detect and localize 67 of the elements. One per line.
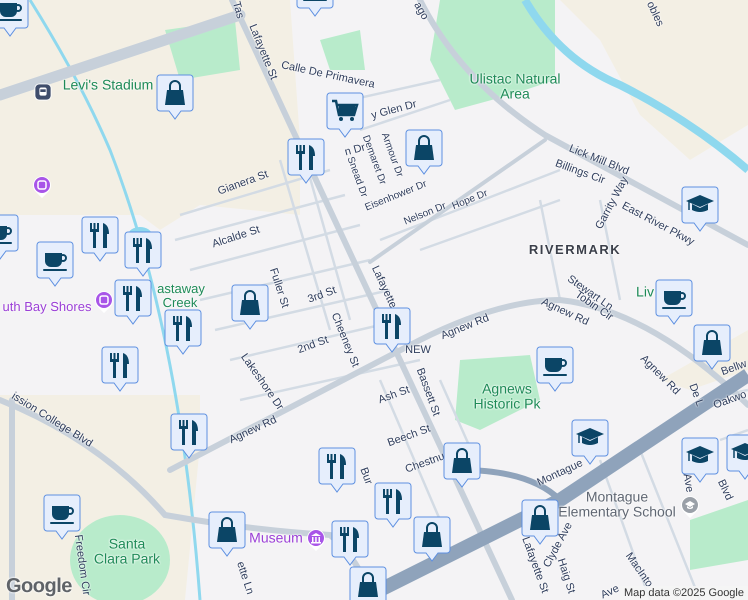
- restaurant-marker-icon[interactable]: [287, 138, 325, 184]
- cafe-marker-icon[interactable]: [655, 279, 693, 325]
- place-label: uth Bay Shores: [2, 300, 92, 314]
- street-label: obles: [644, 0, 666, 28]
- street-label: Ave: [680, 472, 696, 494]
- google-logo: Google: [6, 575, 72, 598]
- place-label: Agnews Historic Pk: [472, 382, 542, 412]
- cafe-marker-icon[interactable]: [536, 346, 574, 392]
- street-label: Gianera St: [216, 168, 270, 198]
- street-label: Fuller St: [266, 266, 292, 310]
- street-label: 3rd St: [306, 284, 338, 306]
- shopping-marker-icon[interactable]: [443, 442, 481, 488]
- place-label: Levi's Stadium: [62, 77, 154, 93]
- place-label: Ulistac Natural Area: [468, 72, 562, 102]
- street-label: Bur: [357, 466, 375, 486]
- park-area: [690, 500, 748, 570]
- shopping-marker-icon[interactable]: [405, 129, 443, 175]
- shopping-marker-icon[interactable]: [208, 511, 246, 557]
- district-label: RIVERMARK: [528, 242, 622, 258]
- street-label: Blvd: [715, 478, 735, 502]
- restaurant-marker-icon[interactable]: [114, 279, 152, 325]
- street-label: ette Ln: [234, 560, 256, 596]
- street-label: Bassett St: [414, 366, 442, 418]
- street-label: De L: [686, 382, 706, 408]
- train-icon[interactable]: [34, 83, 52, 101]
- street-label: Nelson Dr: [402, 200, 448, 228]
- street-label: Ave: [598, 582, 622, 600]
- restaurant-marker-icon[interactable]: [331, 520, 369, 566]
- place-label: Montague Elementary School: [557, 490, 677, 520]
- street-label: Bellw: [720, 358, 748, 378]
- street-label: Beech St: [386, 422, 432, 450]
- street-label: NEW: [405, 344, 431, 356]
- restaurant-marker-icon[interactable]: [81, 216, 119, 262]
- street-label: Ash St: [376, 384, 412, 406]
- shopping-marker-icon[interactable]: [231, 284, 269, 330]
- street-label: Hope Dr: [450, 188, 490, 212]
- street-label: Agnew Rd: [439, 312, 491, 342]
- restaurant-marker-icon[interactable]: [318, 447, 356, 493]
- grocery-marker-icon[interactable]: [326, 92, 364, 138]
- street-label: Chestnu: [404, 450, 446, 476]
- place-label: Museum: [249, 530, 303, 546]
- street-label: Calle De Primavera: [280, 59, 376, 91]
- street-label: ago: [411, 0, 431, 22]
- restaurant-marker-icon[interactable]: [374, 482, 412, 528]
- shopping-marker-icon[interactable]: [413, 516, 451, 562]
- street-label: Oakwo: [712, 388, 748, 412]
- street-label: y Glen Dr: [370, 98, 418, 122]
- attraction-icon[interactable]: [94, 290, 114, 314]
- street-label: Snead Dr: [344, 155, 370, 199]
- place-label: Liv: [636, 284, 654, 300]
- school-icon[interactable]: [680, 495, 700, 519]
- place-label: Santa Clara Park: [92, 536, 162, 568]
- street-label: Tas: [230, 0, 246, 20]
- place-label: astaway: [157, 282, 205, 296]
- street-label: 2nd St: [296, 334, 330, 356]
- museum-icon[interactable]: [306, 528, 326, 552]
- restaurant-marker-icon[interactable]: [164, 309, 202, 355]
- attraction-icon[interactable]: [32, 175, 52, 199]
- street-label: Alcalde St: [210, 224, 262, 250]
- cafe-marker-icon[interactable]: [36, 241, 74, 287]
- restaurant-marker-icon[interactable]: [101, 346, 139, 392]
- restaurant-marker-icon[interactable]: [124, 231, 162, 277]
- place-label: Creek: [162, 296, 198, 310]
- restaurant-marker-icon[interactable]: [170, 413, 208, 459]
- street-label: Freedom Cir: [72, 534, 92, 596]
- shopping-marker-icon[interactable]: [349, 566, 387, 600]
- shopping-marker-icon[interactable]: [156, 74, 194, 120]
